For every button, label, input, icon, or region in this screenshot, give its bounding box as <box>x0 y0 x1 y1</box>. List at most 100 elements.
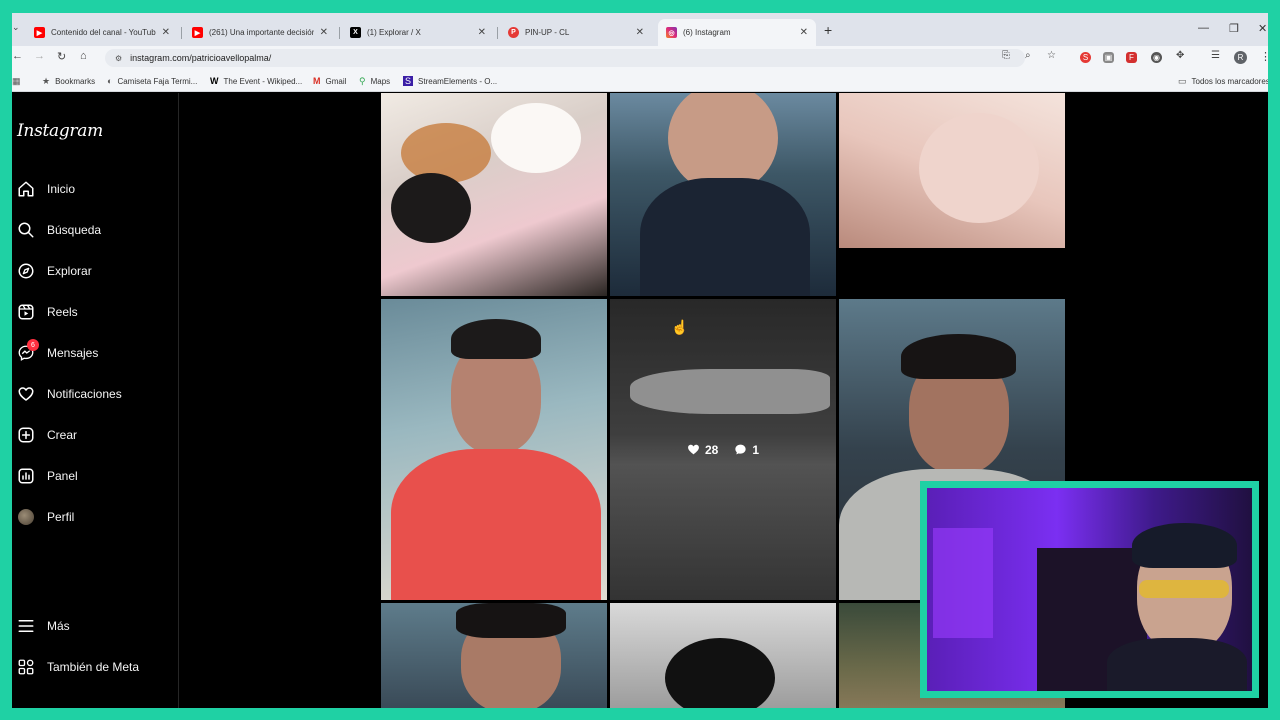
post-car-selfie[interactable] <box>381 299 607 600</box>
extension-circle-icon[interactable]: ◉ <box>1151 52 1162 63</box>
nav-mensajes[interactable]: 6 Mensajes <box>17 339 98 365</box>
post-child[interactable] <box>610 603 836 708</box>
tab-instagram[interactable]: ◎ (6) Instagram ✕ <box>658 19 816 46</box>
bookmark-label: Maps <box>370 77 391 86</box>
nav-panel[interactable]: Panel <box>17 464 78 488</box>
address-bar[interactable]: ⚙ instagram.com/patricioavellopalma/ <box>105 49 1025 67</box>
nav-notificaciones[interactable]: Notificaciones <box>17 382 122 406</box>
avatar-icon <box>17 508 35 526</box>
new-tab-icon[interactable]: + <box>824 22 832 38</box>
bookmark-item[interactable]: S StreamElements - O... <box>403 76 497 86</box>
bookmark-label: StreamElements - O... <box>418 76 498 86</box>
nav-tambien-de-meta[interactable]: También de Meta <box>17 655 139 679</box>
bookmark-star-icon[interactable]: ☆ <box>1047 50 1056 61</box>
webcam-overlay <box>920 481 1259 698</box>
bookmark-item[interactable]: ◐ Camiseta Faja Termi... <box>107 76 197 86</box>
maps-icon: ⚲ <box>359 76 366 86</box>
nav-mas[interactable]: Más <box>17 614 70 638</box>
tab-separator <box>497 27 498 39</box>
tab-pinup[interactable]: P PIN-UP - CL ✕ <box>500 19 652 46</box>
apps-grid-icon[interactable]: ▦ <box>12 76 26 87</box>
browser-tab-strip: ⌄ ▶ Contenido del canal - YouTube ✕ ▶ (2… <box>12 13 1268 46</box>
nav-inicio[interactable]: Inicio <box>17 177 75 201</box>
close-icon[interactable]: ✕ <box>800 27 808 38</box>
bookmarks-bar: ▦ ★ Bookmarks ◐ Camiseta Faja Termi... W Th… <box>12 70 1268 92</box>
heart-icon <box>688 444 699 455</box>
nav-perfil[interactable]: Perfil <box>17 505 74 529</box>
reading-list-icon[interactable]: ☰ <box>1211 50 1220 61</box>
nav-label: Búsqueda <box>47 223 102 237</box>
nav-label: Explorar <box>47 264 92 278</box>
tab-title: (261) Una importante decisión <box>209 28 314 37</box>
close-icon[interactable]: ✕ <box>478 27 486 38</box>
nav-label: Perfil <box>47 510 75 524</box>
instagram-logo[interactable]: Instagram <box>17 121 103 141</box>
site-info-icon[interactable]: ⚙ <box>115 54 122 63</box>
nav-label: Notificaciones <box>47 387 122 401</box>
folder-icon: ▭ <box>1178 76 1187 86</box>
reload-icon[interactable]: ↻ <box>57 50 66 63</box>
bookmark-label: The Event - Wikiped... <box>223 76 303 86</box>
nav-label: Crear <box>47 428 78 442</box>
forward-icon[interactable]: → <box>34 50 45 62</box>
extension-flash-icon[interactable]: F <box>1126 52 1137 63</box>
nav-label: Reels <box>47 305 78 319</box>
bookmark-item[interactable]: ⚲ Maps <box>359 76 390 87</box>
window-close-icon[interactable]: ✕ <box>1258 22 1267 35</box>
tab-youtube-studio[interactable]: ▶ Contenido del canal - YouTube ✕ <box>26 19 178 46</box>
close-icon[interactable]: ✕ <box>162 27 170 38</box>
mouse-cursor-icon: ☝ <box>671 319 689 335</box>
post-airplane[interactable]: 28 1 <box>610 299 836 600</box>
gmail-icon: M <box>313 76 321 86</box>
bookmark-label: Camiseta Faja Termi... <box>117 76 198 86</box>
chrome-menu-icon[interactable]: ⋮ <box>1260 50 1268 63</box>
nav-busqueda[interactable]: Búsqueda <box>17 218 101 242</box>
bookmark-item[interactable]: ★ Bookmarks <box>42 76 95 87</box>
nav-label: Más <box>47 619 70 633</box>
post-cats[interactable] <box>381 93 607 296</box>
nav-crear[interactable]: Crear <box>17 423 77 447</box>
messenger-icon: 6 <box>17 339 39 362</box>
bookmark-label: Gmail <box>325 76 347 86</box>
nav-explorar[interactable]: Explorar <box>17 259 92 283</box>
bookmark-label: Bookmarks <box>55 77 96 86</box>
nav-label: También de Meta <box>47 660 140 674</box>
close-icon[interactable]: ✕ <box>636 27 644 38</box>
comment-icon <box>735 444 746 455</box>
streamelements-icon: S <box>403 76 414 86</box>
tab-youtube-video[interactable]: ▶ (261) Una importante decisión ✕ <box>184 19 336 46</box>
profile-avatar[interactable]: R <box>1234 51 1247 64</box>
tab-title: (1) Explorar / X <box>367 28 421 37</box>
all-bookmarks[interactable]: ▭ Todos los marcadores <box>1178 76 1268 87</box>
tab-x-explore[interactable]: X (1) Explorar / X ✕ <box>342 19 494 46</box>
post-selfie-smile[interactable] <box>610 93 836 296</box>
maximize-icon[interactable]: ❐ <box>1229 22 1239 35</box>
back-icon[interactable]: ← <box>12 50 23 62</box>
nav-reels[interactable]: Reels <box>17 300 78 324</box>
bookmark-item[interactable]: M Gmail <box>313 76 346 86</box>
minimize-icon[interactable]: — <box>1198 22 1209 34</box>
tab-title: Contenido del canal - YouTube <box>51 28 156 37</box>
close-icon[interactable]: ✕ <box>320 27 328 38</box>
compass-icon <box>17 262 35 280</box>
instagram-sidebar: Instagram Inicio Búsqueda Explorar Reels… <box>12 93 179 708</box>
meta-grid-icon <box>17 658 35 676</box>
extensions-puzzle-icon[interactable]: ✥ <box>1176 50 1184 61</box>
star-icon: ★ <box>42 76 51 86</box>
zoom-icon[interactable]: ⌕ <box>1025 50 1031 61</box>
plus-square-icon <box>17 426 35 444</box>
home-icon[interactable]: ⌂ <box>80 50 87 62</box>
extension-generic-icon[interactable]: ▣ <box>1103 52 1114 63</box>
extension-shield-icon[interactable]: S <box>1080 52 1091 63</box>
post-baby[interactable] <box>839 93 1065 248</box>
chart-icon <box>17 467 35 485</box>
install-app-icon[interactable]: ⎘ <box>1002 50 1010 61</box>
tab-search-icon[interactable]: ⌄ <box>12 22 20 33</box>
x-icon: X <box>350 27 361 38</box>
tab-separator <box>181 27 182 39</box>
wikipedia-icon: W <box>210 76 219 86</box>
nav-label: Panel <box>47 469 78 483</box>
bookmark-item[interactable]: W The Event - Wikiped... <box>210 76 302 86</box>
reels-icon <box>17 303 35 321</box>
post-car-selfie-3[interactable] <box>381 603 607 708</box>
